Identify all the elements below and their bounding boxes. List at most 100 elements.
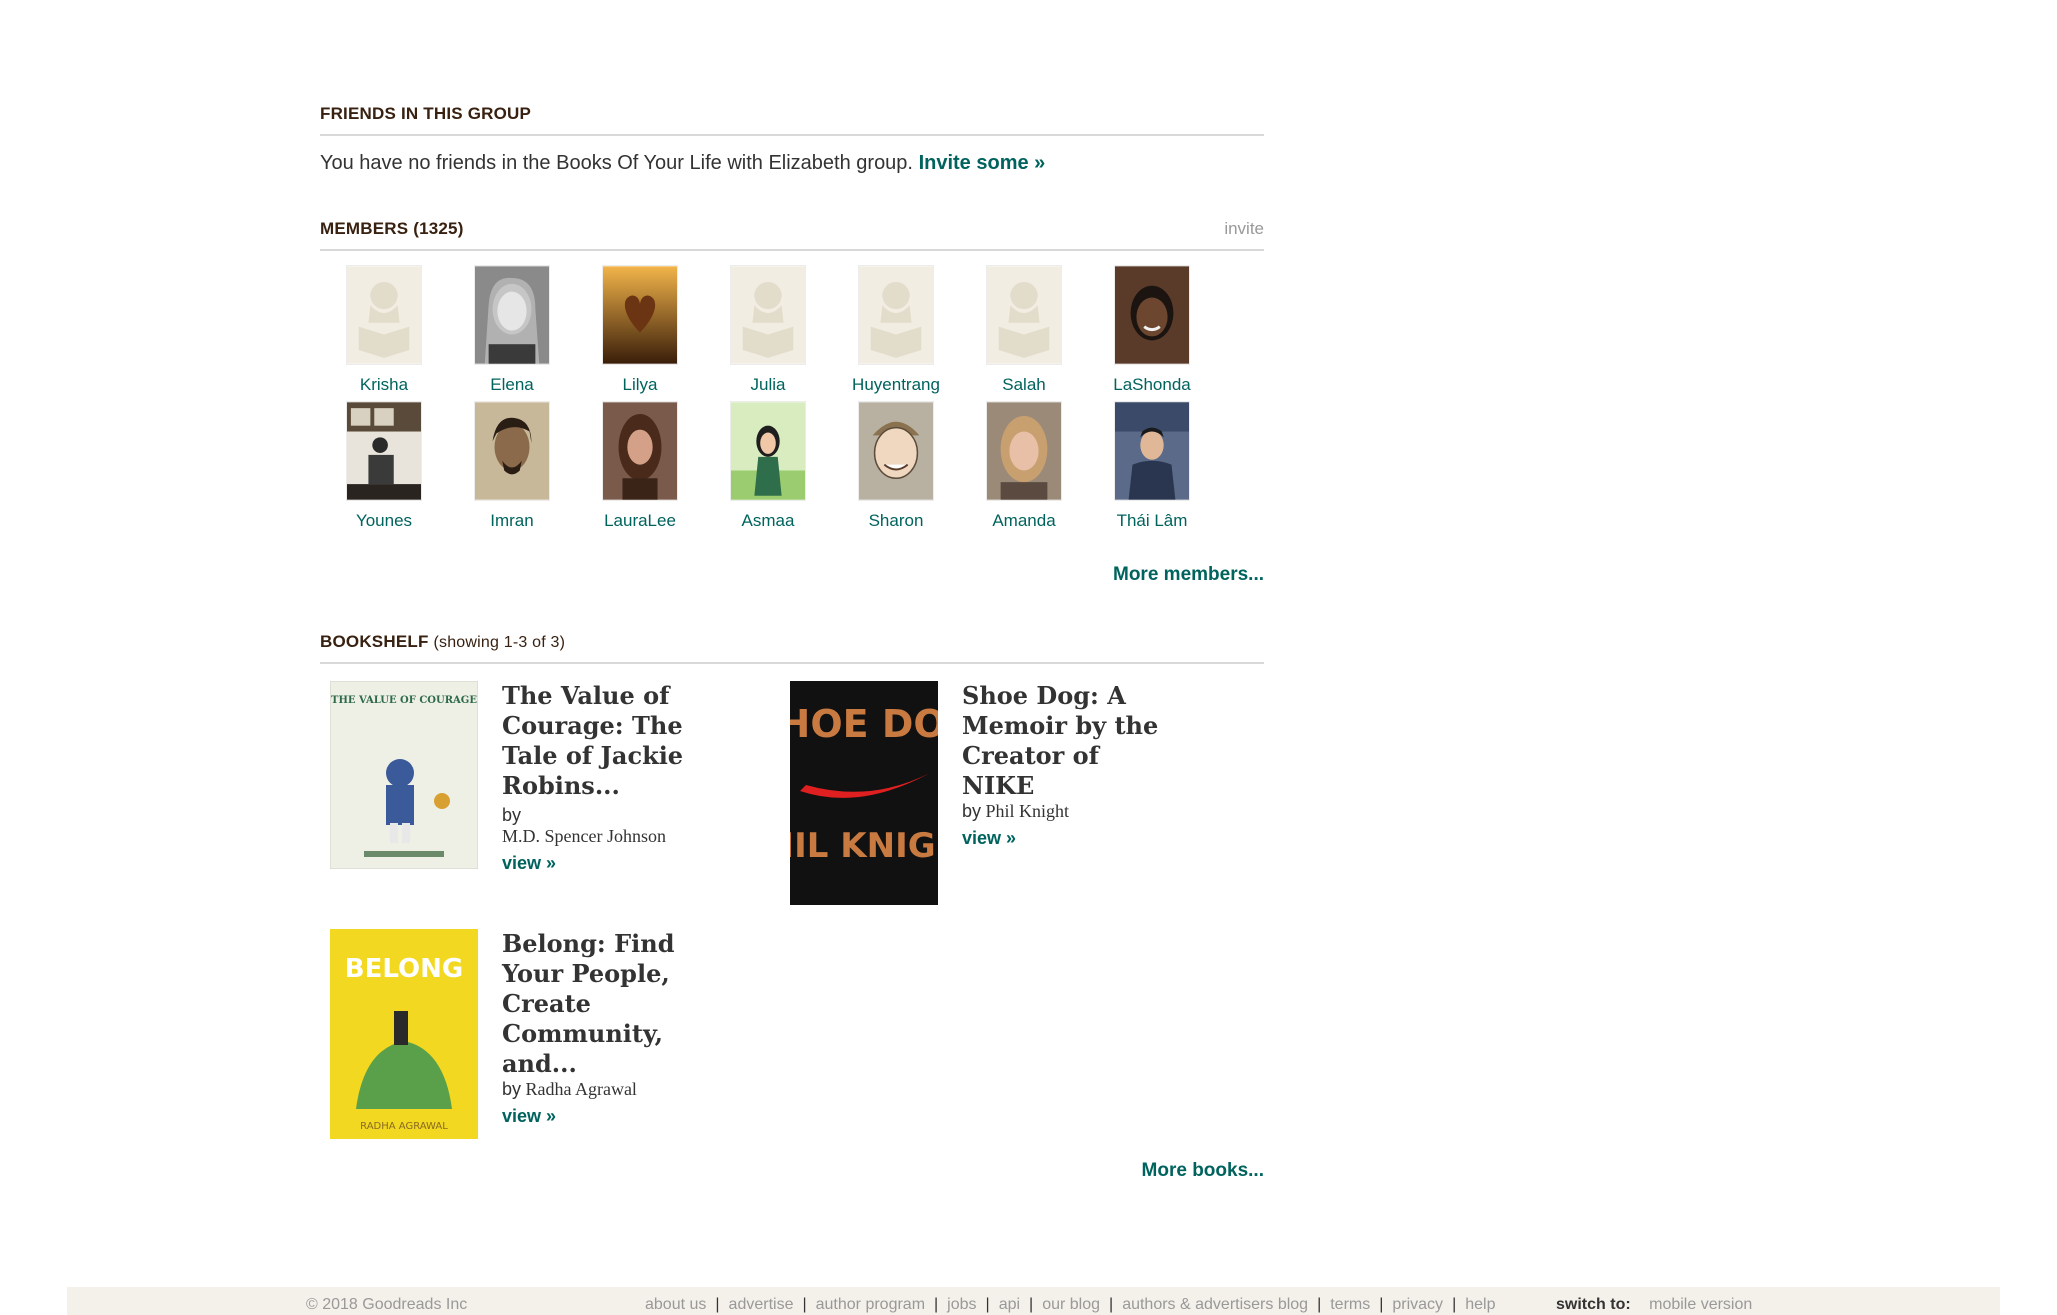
member-name[interactable]: Sharon — [869, 511, 924, 531]
friends-message: You have no friends in the Books Of Your… — [320, 152, 1264, 175]
members-section: MEMBERS (1325) invite Krisha Elena Lilya… — [320, 219, 1264, 537]
book-author[interactable]: Phil Knight — [985, 801, 1069, 821]
invite-link[interactable]: invite — [1224, 219, 1264, 239]
book-author[interactable]: Radha Agrawal — [525, 1079, 636, 1099]
friends-section: FRIENDS IN THIS GROUP You have no friend… — [320, 104, 1264, 175]
footer-link-advertise[interactable]: advertise — [729, 1296, 794, 1314]
book-view-link[interactable]: view » — [962, 828, 1162, 849]
footer-separator: | — [1379, 1296, 1384, 1313]
member-item: Elena — [448, 265, 576, 401]
footer-separator: | — [985, 1296, 990, 1313]
member-name[interactable]: Younes — [356, 511, 412, 531]
mobile-version-link[interactable]: mobile version — [1649, 1296, 1752, 1313]
book-by: by — [502, 805, 522, 825]
member-item: LauraLee — [576, 401, 704, 537]
book-cover[interactable]: THE VALUE OF COURAGE — [330, 681, 478, 869]
member-name[interactable]: Thái Lâm — [1117, 511, 1188, 531]
friends-text: You have no friends in the Books Of Your… — [320, 152, 913, 174]
bookshelf-section: BOOKSHELF (showing 1-3 of 3) — [320, 632, 1264, 664]
bookshelf-header: BOOKSHELF (showing 1-3 of 3) — [320, 632, 1264, 664]
book-view-link[interactable]: view » — [502, 853, 702, 874]
member-item: Amanda — [960, 401, 1088, 537]
book-by: by — [962, 801, 982, 821]
members-header: MEMBERS (1325) invite — [320, 219, 1264, 251]
member-photo[interactable] — [858, 401, 934, 501]
footer-separator: | — [1029, 1296, 1034, 1313]
invite-some-link[interactable]: Invite some » — [919, 152, 1046, 174]
footer-link-about-us[interactable]: about us — [645, 1296, 706, 1314]
book-author[interactable]: M.D. Spencer Johnson — [502, 826, 666, 846]
friends-title: FRIENDS IN THIS GROUP — [320, 104, 532, 123]
book-cover[interactable]: BELONG RADHA AGRAWAL — [330, 929, 478, 1139]
book-title[interactable]: The Value of Courage: The Tale of Jackie… — [502, 681, 702, 801]
bookshelf-count: (showing 1-3 of 3) — [433, 634, 566, 651]
cover-text: PHIL KNIGHT — [790, 826, 938, 866]
more-members-link[interactable]: More members... — [1113, 564, 1264, 586]
member-name[interactable]: Lilya — [623, 375, 658, 395]
member-grid: Krisha Elena Lilya Julia Huyentrang Sala… — [320, 265, 1264, 537]
book-info: Shoe Dog: A Memoir by the Creator of NIK… — [962, 681, 1162, 905]
footer-separator: | — [1109, 1296, 1114, 1313]
default-avatar-icon[interactable] — [730, 265, 806, 365]
member-item: LaShonda — [1088, 265, 1216, 401]
footer-link-api[interactable]: api — [999, 1296, 1020, 1314]
book-title[interactable]: Belong: Find Your People, Create Communi… — [502, 929, 702, 1079]
member-name[interactable]: LauraLee — [604, 511, 676, 531]
book-cover[interactable]: SHOE DOG PHIL KNIGHT — [790, 681, 938, 905]
member-item: Krisha — [320, 265, 448, 401]
member-photo[interactable] — [474, 265, 550, 365]
member-name[interactable]: Salah — [1002, 375, 1045, 395]
footer-link-help[interactable]: help — [1465, 1296, 1495, 1314]
member-name[interactable]: LaShonda — [1113, 375, 1191, 395]
member-item: Lilya — [576, 265, 704, 401]
member-photo[interactable] — [986, 401, 1062, 501]
footer-link-authors-advertisers-blog[interactable]: authors & advertisers blog — [1122, 1296, 1308, 1314]
members-title: MEMBERS (1325) — [320, 219, 464, 238]
member-photo[interactable] — [730, 401, 806, 501]
bookshelf-title: BOOKSHELF (showing 1-3 of 3) — [320, 632, 565, 652]
member-item: Julia — [704, 265, 832, 401]
group-page: FRIENDS IN THIS GROUP You have no friend… — [0, 0, 2057, 1315]
member-name[interactable]: Amanda — [992, 511, 1055, 531]
member-name[interactable]: Julia — [751, 375, 786, 395]
more-books-link[interactable]: More books... — [1142, 1160, 1264, 1182]
default-avatar-icon[interactable] — [986, 265, 1062, 365]
book-title[interactable]: Shoe Dog: A Memoir by the Creator of NIK… — [962, 681, 1162, 801]
footer-link-author-program[interactable]: author program — [816, 1296, 925, 1314]
footer-link-our-blog[interactable]: our blog — [1042, 1296, 1100, 1314]
book-item: BELONG RADHA AGRAWAL Belong: Find Your P… — [330, 929, 702, 1139]
switch-version: switch to: mobile version — [1556, 1296, 1752, 1314]
member-photo[interactable] — [1114, 265, 1190, 365]
footer-separator: | — [934, 1296, 939, 1313]
member-item: Huyentrang — [832, 265, 960, 401]
footer-separator: | — [715, 1296, 720, 1313]
default-avatar-icon[interactable] — [346, 265, 422, 365]
member-name[interactable]: Asmaa — [742, 511, 795, 531]
switch-label: switch to: — [1556, 1296, 1631, 1313]
member-photo[interactable] — [346, 401, 422, 501]
member-photo[interactable] — [1114, 401, 1190, 501]
member-name[interactable]: Huyentrang — [852, 375, 940, 395]
member-name[interactable]: Imran — [490, 511, 533, 531]
member-name[interactable]: Krisha — [360, 375, 408, 395]
footer-link-terms[interactable]: terms — [1330, 1296, 1370, 1314]
member-item: Thái Lâm — [1088, 401, 1216, 537]
member-item: Imran — [448, 401, 576, 537]
member-photo[interactable] — [602, 265, 678, 365]
member-photo[interactable] — [602, 401, 678, 501]
cover-text: RADHA AGRAWAL — [360, 1121, 448, 1132]
book-item: THE VALUE OF COURAGE The Value of Courag… — [330, 681, 702, 874]
copyright: © 2018 Goodreads Inc — [306, 1296, 468, 1313]
default-avatar-icon[interactable] — [858, 265, 934, 365]
book-view-link[interactable]: view » — [502, 1106, 702, 1127]
footer-link-privacy[interactable]: privacy — [1392, 1296, 1443, 1314]
member-item: Salah — [960, 265, 1088, 401]
member-name[interactable]: Elena — [490, 375, 533, 395]
footer-link-jobs[interactable]: jobs — [947, 1296, 976, 1314]
friends-header: FRIENDS IN THIS GROUP — [320, 104, 1264, 136]
member-photo[interactable] — [474, 401, 550, 501]
book-item: SHOE DOG PHIL KNIGHT Shoe Dog: A Memoir … — [790, 681, 1162, 905]
cover-text: SHOE DOG — [790, 702, 938, 746]
footer-links: about us | advertise | author program | job… — [645, 1296, 1495, 1314]
member-item: Asmaa — [704, 401, 832, 537]
